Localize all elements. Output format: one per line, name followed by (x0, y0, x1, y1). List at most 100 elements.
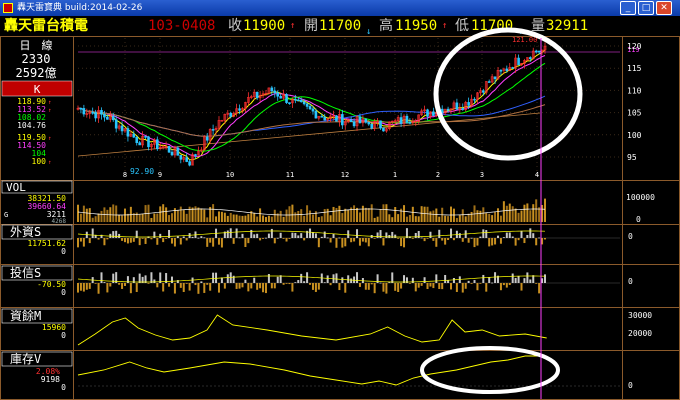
volume-bar (115, 205, 118, 222)
volume-bar (447, 216, 450, 222)
candle-body (341, 114, 344, 126)
candle-body (79, 107, 83, 110)
trust-bar (182, 283, 185, 292)
volume-bar (317, 217, 320, 222)
trust-bar (297, 280, 300, 283)
trust-bar (414, 283, 417, 292)
volume-bar (411, 206, 414, 222)
volume-bar (526, 203, 529, 222)
trust-bar (450, 283, 453, 290)
candle-body (358, 116, 362, 124)
candle-body (211, 129, 215, 131)
volume-bar (397, 214, 400, 222)
foreign-bar (267, 233, 270, 238)
foreign-bar (538, 237, 541, 239)
margin-label: 資餘M (10, 308, 41, 323)
foreign-bar (144, 238, 147, 244)
trust-bar (441, 283, 444, 290)
chart-mode-label: K (34, 83, 41, 96)
candle-body (276, 92, 280, 97)
chart-canvas[interactable]: 日 線 2330 2592億 K 118.90 113.52 108.02 10… (0, 0, 680, 400)
foreign-bar (358, 238, 361, 246)
foreign-label: 外資S (10, 225, 41, 239)
foreign-bar (373, 238, 376, 239)
trust-panel (77, 272, 620, 294)
x-tick-label: 1 (393, 171, 397, 179)
volume-bar (470, 211, 473, 222)
volume-bar (235, 214, 238, 222)
trust-bar (215, 272, 218, 283)
candle-body (103, 114, 106, 118)
foreign-bar (344, 238, 347, 247)
foreign-bar (212, 238, 215, 247)
foreign-bar (138, 238, 141, 246)
trust-bar (385, 283, 388, 294)
volume-bar (188, 206, 191, 222)
trust-bar (323, 282, 326, 284)
volume-bar (458, 215, 461, 222)
trust-bar (482, 274, 485, 283)
candle-body (349, 119, 353, 122)
volume-bar (379, 209, 382, 222)
trust-bar (203, 283, 206, 293)
trust-bar (179, 283, 182, 288)
volume-bar (267, 215, 270, 222)
volume-bar (435, 208, 438, 222)
trust-bar (168, 283, 171, 287)
volume-bar (356, 207, 359, 222)
trust-bar (259, 283, 262, 289)
foreign-bar (438, 229, 441, 238)
foreign-bar (115, 230, 118, 238)
trust-bar (314, 283, 317, 292)
volume-bar (394, 206, 397, 222)
foreign-bar (544, 238, 546, 240)
trust-bar (88, 283, 91, 289)
foreign-bar (276, 237, 279, 239)
foreign-bar (121, 238, 124, 241)
candle-body (255, 91, 259, 99)
foreign-bar (206, 238, 209, 247)
foreign-bar (244, 238, 247, 248)
margin-zero: 0 (61, 331, 66, 340)
volume-bar (100, 210, 103, 222)
foreign-bar (400, 238, 403, 247)
vol-left-label: G (4, 211, 8, 219)
vol-y-tick: 0 (636, 215, 641, 224)
foreign-bar (485, 230, 488, 238)
volume-bar (309, 210, 312, 222)
candle-body (273, 90, 277, 94)
margin-panel (77, 314, 547, 346)
foreign-bar (356, 229, 359, 238)
candle-body (320, 115, 324, 118)
inventory-y-tick: 0 (628, 381, 633, 390)
volume-bar (197, 207, 200, 222)
foreign-bar (494, 238, 497, 245)
up-arrow-icon: ↑ (48, 135, 52, 142)
foreign-bar (282, 238, 285, 239)
y-tick-label: 120 (627, 42, 642, 51)
foreign-bar (403, 238, 406, 248)
trust-bar (288, 283, 291, 285)
trust-bar (118, 283, 121, 285)
foreign-bar (91, 228, 94, 238)
x-tick-label: 3 (480, 171, 484, 179)
trust-bar (394, 283, 397, 291)
trust-bar (282, 283, 285, 285)
foreign-bar (452, 238, 455, 241)
trust-bar (370, 283, 373, 285)
candle-body (82, 108, 86, 115)
volume-bar (200, 208, 203, 222)
trust-bar (423, 277, 426, 283)
candle-body (426, 109, 429, 117)
candle-body (370, 123, 374, 129)
candle-body (114, 119, 118, 129)
volume-bar (488, 213, 491, 222)
volume-bar (288, 206, 291, 222)
candle-body (138, 142, 141, 146)
foreign-bar (435, 238, 438, 247)
foreign-bar (376, 232, 379, 238)
candle-body (91, 112, 94, 114)
volume-bar (502, 201, 505, 222)
volume-bar (535, 199, 538, 222)
trust-bar (123, 283, 126, 286)
